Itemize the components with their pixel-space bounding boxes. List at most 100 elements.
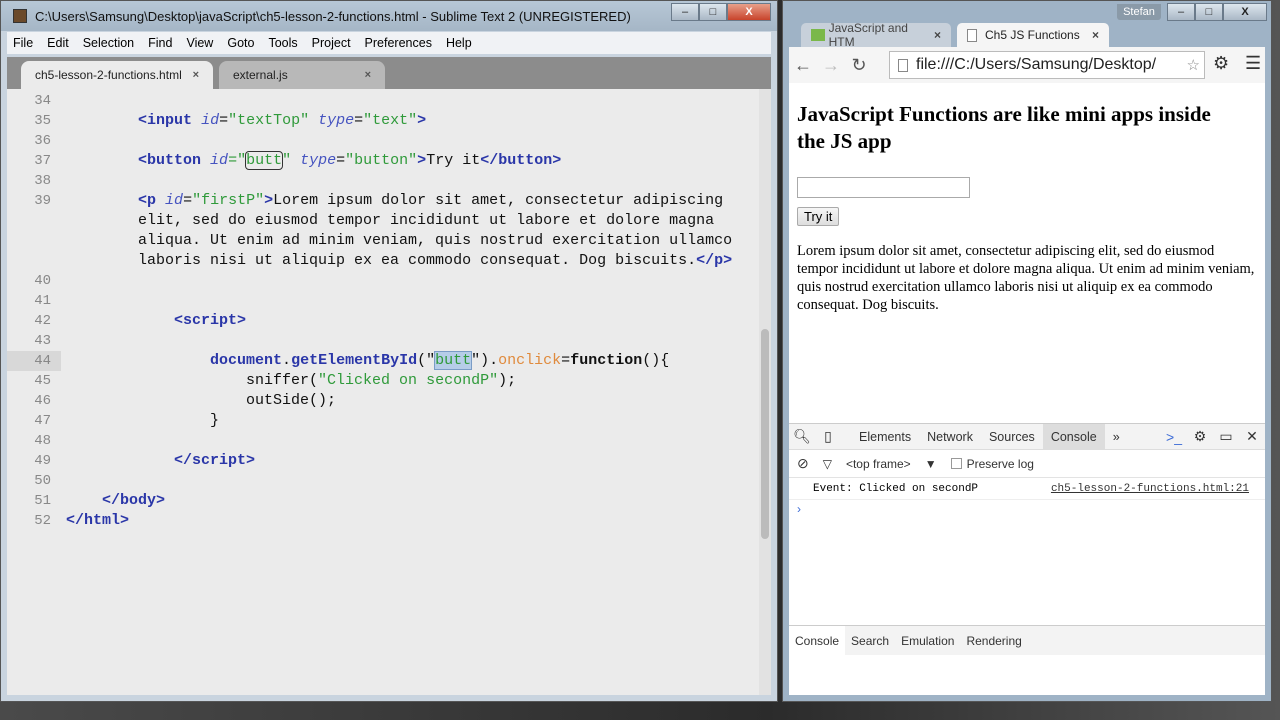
code-token: <p [138,192,157,209]
menu-selection[interactable]: Selection [83,36,134,50]
menu-edit[interactable]: Edit [47,36,69,50]
code-token: </button> [480,152,562,169]
frame-select[interactable]: <top frame> [846,457,911,471]
drawer-tab-console[interactable]: Console [789,625,846,656]
editor-tab-html[interactable]: ch5-lesson-2-functions.html × [21,61,213,89]
scrollbar-thumb[interactable] [761,329,769,539]
devtools-tab-sources[interactable]: Sources [981,424,1043,450]
code-token: input [147,112,193,129]
code-text: laboris nisi ut aliquip ex ea commodo co… [66,251,732,271]
menu-preferences[interactable]: Preferences [365,36,432,50]
code-text: outSide(); [66,391,336,411]
menu-file[interactable]: File [13,36,33,50]
code-token: id [165,192,184,209]
code-text: <input id="textTop" type="text"> [66,111,426,131]
browser-tab-javascript-html[interactable]: JavaScript and HTM × [801,21,951,49]
minimize-button[interactable]: – [671,3,699,21]
chrome-window: Stefan – □ X JavaScript and HTM × Ch5 JS… [782,0,1272,702]
menu-find[interactable]: Find [148,36,172,50]
line-number: 42 [34,313,51,329]
close-tab-icon[interactable]: × [365,69,371,81]
menu-goto[interactable]: Goto [227,36,254,50]
forward-icon[interactable]: → [817,55,845,76]
line-number: 49 [34,453,51,469]
code-token: > [264,192,274,209]
drawer-tab-search[interactable]: Search [845,626,895,656]
devtools-tab-console[interactable]: Console [1042,423,1105,450]
devtools-tab-elements[interactable]: Elements [851,424,919,450]
code-token: Try it [426,152,481,169]
minimize-button[interactable]: – [1167,3,1195,21]
code-line: 43 [7,331,771,351]
code-editor[interactable]: 34 35 <input id="textTop" type="text"> 36 3… [7,89,771,695]
line-number: 51 [34,493,51,509]
maximize-button[interactable]: □ [699,3,727,21]
close-tab-icon[interactable]: × [193,69,199,81]
reload-icon[interactable]: ↻ [845,55,873,76]
code-token: < [138,112,148,129]
close-devtools-icon[interactable]: ✕ [1239,428,1265,445]
preserve-log-checkbox[interactable] [950,458,962,469]
device-mode-icon[interactable]: ▯ [815,428,841,445]
menu-project[interactable]: Project [312,36,351,50]
maximize-button[interactable]: □ [1195,3,1223,21]
close-tab-icon[interactable]: × [1092,28,1099,42]
console-source-link[interactable]: ch5-lesson-2-functions.html:21 [1051,478,1249,500]
menu-help[interactable]: Help [446,36,472,50]
console-drawer-icon[interactable]: >_ [1161,429,1187,445]
code-token: = [183,192,193,209]
code-token: butt [245,151,284,170]
web-page: JavaScript Functions are like mini apps … [789,83,1265,423]
drawer-tab-rendering[interactable]: Rendering [960,626,1027,656]
code-text: </script> [66,451,255,471]
console-prompt[interactable]: › [789,500,1265,518]
clear-console-icon[interactable]: ⊘ [797,455,809,472]
code-text: elit, sed do eiusmod tempor incididunt u… [66,211,714,231]
code-token: id [201,112,220,129]
profile-button[interactable]: Stefan [1117,4,1161,20]
filter-icon[interactable]: ▽ [823,457,832,471]
text-top-input[interactable] [797,177,970,198]
code-token: > [417,112,427,129]
menu-view[interactable]: View [186,36,213,50]
more-tabs-icon[interactable]: » [1105,424,1128,450]
sublime-window: C:\Users\Samsung\Desktop\javaScript\ch5-… [0,0,778,702]
sublime-title-bar[interactable]: C:\Users\Samsung\Desktop\javaScript\ch5-… [1,1,777,31]
drawer-tab-emulation[interactable]: Emulation [895,626,960,656]
browser-tab-ch5[interactable]: Ch5 JS Functions × [957,23,1109,47]
devtools-settings-icon[interactable]: ⚙ [1187,428,1213,445]
url-text: file:///C:/Users/Samsung/Desktop/ [916,56,1157,73]
code-token: <button [138,152,202,169]
code-line: elit, sed do eiusmod tempor incididunt u… [7,211,771,231]
hamburger-menu-icon[interactable]: ☰ [1245,53,1261,74]
frame-dropdown-icon[interactable]: ▼ [925,457,937,471]
close-button[interactable]: X [1223,3,1267,21]
code-token: id [210,152,229,169]
code-line: 35 <input id="textTop" type="text"> [7,111,771,131]
code-line: 50 [7,471,771,491]
code-line: laboris nisi ut aliquip ex ea commodo co… [7,251,771,271]
code-line: 46 outSide(); [7,391,771,411]
code-token: Lorem ipsum dolor sit amet, consectetur … [273,192,724,209]
bookmark-star-icon[interactable]: ☆ [1187,56,1200,74]
devtools-tab-network[interactable]: Network [919,424,981,450]
editor-tab-js[interactable]: external.js × [219,61,385,89]
settings-gear-icon[interactable]: ⚙ [1213,53,1229,74]
close-button[interactable]: X [727,3,771,21]
address-bar[interactable]: file:///C:/Users/Samsung/Desktop/ ☆ [889,51,1205,79]
menu-tools[interactable]: Tools [268,36,297,50]
close-tab-icon[interactable]: × [934,28,941,42]
back-icon[interactable]: ← [789,55,817,76]
tab-label: JavaScript and HTM [828,21,908,49]
try-it-button[interactable]: Try it [797,207,840,226]
code-token: =" [228,152,247,169]
devtools-panel: 🔍︎ ▯ Elements Network Sources Console » … [789,423,1265,695]
inspect-search-icon[interactable]: 🔍︎ [789,428,815,445]
line-number: 35 [34,113,51,129]
code-token: ); [498,372,517,389]
dock-icon[interactable]: ▭ [1213,428,1239,445]
